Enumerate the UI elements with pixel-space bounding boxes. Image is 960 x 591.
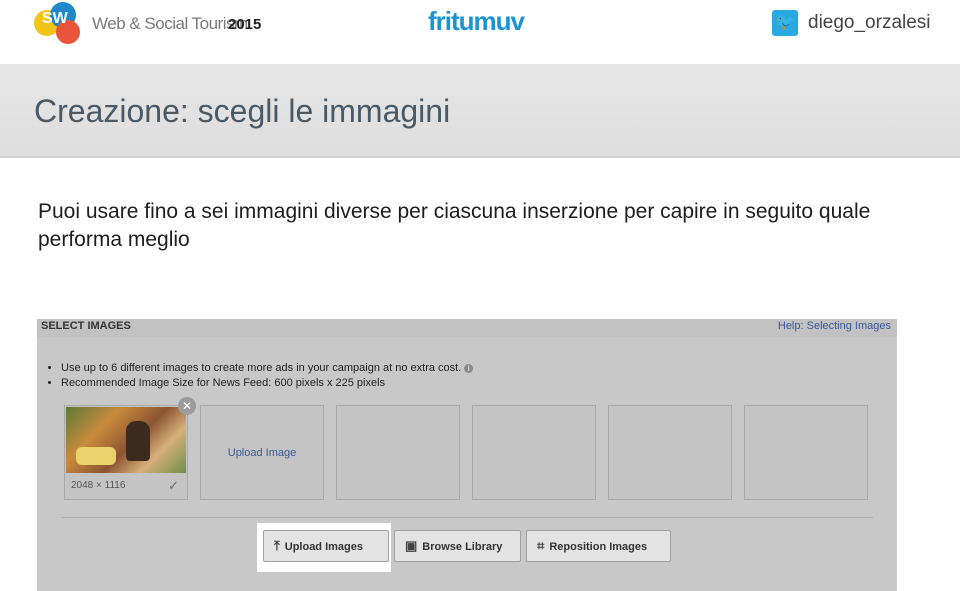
instructions-list: Use up to 6 different images to create m… [61,361,474,391]
fritumuv-logo: fritumuv [428,6,525,36]
browse-library-button[interactable]: ▣ Browse Library [394,530,521,562]
empty-image-slot[interactable] [608,405,732,500]
twitter-bird-icon: 🐦 [772,10,798,36]
empty-image-slot[interactable] [472,405,596,500]
library-icon: ▣ [405,538,418,553]
panel-header: SELECT IMAGES Help: Selecting Images [37,319,897,337]
twitter-handle: diego_orzalesi [808,12,931,33]
list-item: Recommended Image Size for News Feed: 60… [61,376,473,391]
image-dimensions: 2048 × 1116 [71,480,126,491]
selected-image-thumbnail [66,407,186,473]
slide-header: SW Web & Social Tourism 2015 fritumuv 🐦 … [0,0,960,64]
select-images-panel: SELECT IMAGES Help: Selecting Images Use… [37,319,897,591]
info-icon[interactable]: i [464,363,474,373]
divider [61,517,873,518]
check-icon: ✓ [168,478,179,493]
upload-image-tile[interactable]: Upload Image [200,405,324,500]
crop-icon: ⌗ [537,538,545,553]
upload-image-link[interactable]: Upload Image [201,447,323,459]
panel-title: SELECT IMAGES [41,320,131,332]
reposition-images-button[interactable]: ⌗ Reposition Images [526,530,671,562]
conference-title: Web & Social Tourism [92,14,248,33]
empty-image-slot[interactable] [744,405,868,500]
slide-title: Creazione: scegli le immagini [34,93,451,129]
image-tile-selected[interactable]: 2048 × 1116 ✓ [64,405,188,500]
conference-logo-text: SW [42,10,68,27]
conference-year: 2015 [228,16,262,33]
help-link[interactable]: Help: Selecting Images [778,320,891,332]
upload-icon: ⤒ [274,538,280,553]
upload-images-button[interactable]: ⤒ Upload Images [263,530,389,562]
remove-image-icon[interactable]: ✕ [178,397,196,415]
list-item: Use up to 6 different images to create m… [61,361,474,376]
empty-image-slot[interactable] [336,405,460,500]
conference-logo: SW [30,2,86,50]
slide-body-text: Puoi usare fino a sei immagini diverse p… [38,200,871,251]
